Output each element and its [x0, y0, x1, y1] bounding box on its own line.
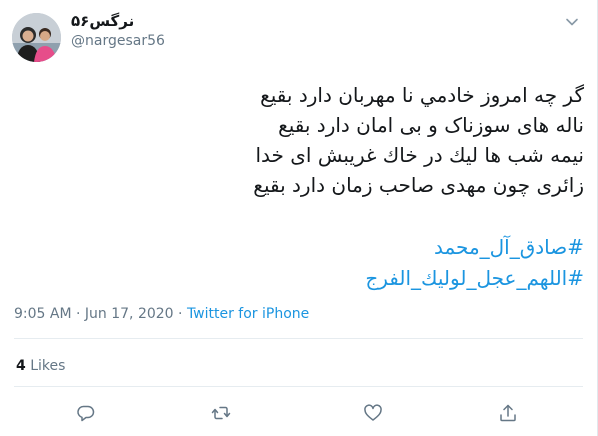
hashtag-list: #صادق_آل_محمد #اللهم_عجل_لوليك_الفرج: [40, 232, 584, 294]
likes-stat[interactable]: 4 Likes: [16, 358, 65, 374]
reply-icon[interactable]: [75, 402, 97, 424]
meta-separator: ·: [178, 306, 183, 322]
divider: [14, 338, 583, 339]
tweet-card: نرگس۵۶ @nargesar56 گر چه امروز خادمي نا …: [0, 0, 598, 436]
divider: [14, 386, 583, 387]
likes-label: Likes: [30, 358, 66, 374]
likes-count: 4: [16, 358, 26, 374]
tweet-meta: 9:05 AM · Jun 17, 2020 · Twitter for iPh…: [14, 306, 309, 322]
avatar[interactable]: [12, 13, 61, 62]
tweet-time[interactable]: 9:05 AM: [14, 306, 72, 322]
hashtag-link[interactable]: #صادق_آل_محمد: [40, 232, 584, 263]
tweet-text-line: ناله های سوزناک و بی امان دارد بقيع: [278, 113, 584, 137]
action-bar: [0, 400, 598, 430]
heart-icon[interactable]: [362, 402, 384, 424]
tweet-text-line: گر چه امروز خادمي نا مهربان دارد بقيع: [260, 83, 584, 107]
chevron-down-icon[interactable]: [565, 14, 579, 28]
tweet-text: گر چه امروز خادمي نا مهربان دارد بقيع نا…: [40, 80, 584, 200]
user-handle[interactable]: @nargesar56: [71, 33, 165, 49]
tweet-source[interactable]: Twitter for iPhone: [187, 306, 309, 322]
tweet-text-line: نیمه شب ها لیك در خاك غريبش ای خدا: [255, 143, 585, 167]
display-name[interactable]: نرگس۵۶: [71, 12, 134, 30]
retweet-icon[interactable]: [210, 402, 232, 424]
meta-separator: ·: [76, 306, 81, 322]
hashtag-link[interactable]: #اللهم_عجل_لوليك_الفرج: [40, 263, 584, 294]
tweet-date[interactable]: Jun 17, 2020: [85, 306, 174, 322]
tweet-text-line: زائری چون مهدی صاحب زمان دارد بقيع: [253, 173, 584, 197]
share-icon[interactable]: [497, 402, 519, 424]
